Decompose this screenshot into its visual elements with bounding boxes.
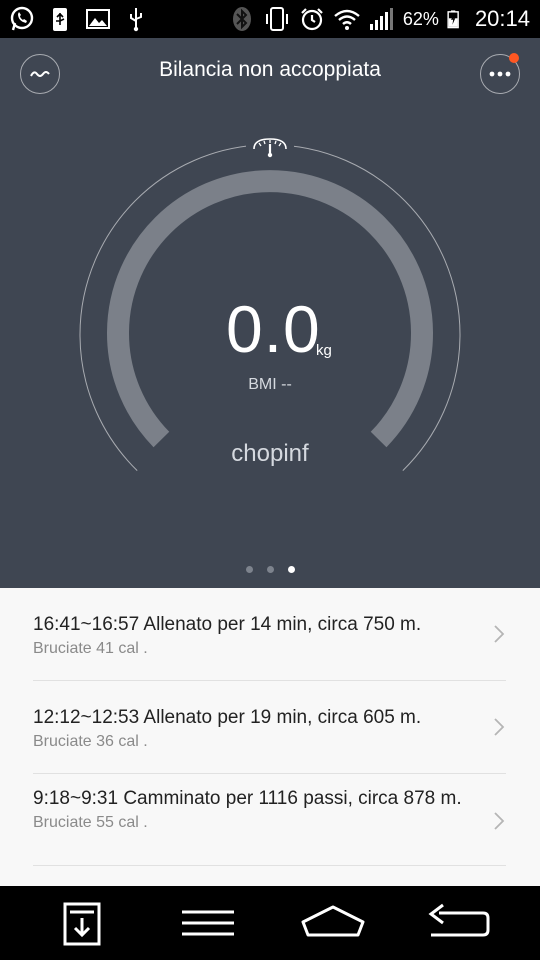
activity-row[interactable]: 16:41~16:57 Allenato per 14 min, circa 7… — [33, 612, 506, 681]
page-dot[interactable] — [267, 566, 274, 573]
home-icon[interactable] — [300, 898, 366, 948]
whatsapp-icon — [10, 6, 34, 31]
status-bar-system: 62% 20:14 — [228, 4, 530, 34]
activity-calories: Bruciate 55 cal . — [33, 814, 148, 831]
user-name: chopinf — [231, 440, 309, 467]
menu-icon[interactable] — [180, 898, 236, 948]
chevron-right-icon — [494, 625, 505, 643]
activity-row[interactable]: 12:12~12:53 Allenato per 19 min, circa 6… — [33, 705, 506, 774]
bluetooth-icon — [232, 7, 251, 31]
signal-icon — [369, 8, 393, 30]
weight-value: 0.0 — [226, 292, 321, 366]
image-icon — [86, 9, 110, 29]
activity-title: 16:41~16:57 Allenato per 14 min, circa 7… — [33, 614, 422, 635]
chevron-right-icon — [494, 718, 505, 736]
vibrate-icon — [265, 7, 288, 31]
battery-percentage: 62% — [402, 8, 439, 29]
page-dot[interactable] — [246, 566, 253, 573]
bmi-value: BMI -- — [248, 376, 292, 393]
scale-icon — [246, 134, 294, 158]
wifi-icon — [334, 9, 360, 30]
download-icon[interactable] — [57, 898, 107, 948]
status-bar: 62% 20:14 — [0, 0, 540, 38]
activity-title: 9:18~9:31 Camminato per 1116 passi, circ… — [33, 788, 462, 809]
activity-list: 16:41~16:57 Allenato per 14 min, circa 7… — [0, 588, 540, 886]
page-dot-active[interactable] — [288, 566, 295, 573]
chevron-right-icon — [494, 812, 505, 830]
scale-panel: Bilancia non accoppiata 0.0 kg BMI -- ch… — [0, 38, 540, 588]
alarm-icon — [301, 8, 323, 31]
page-indicator — [246, 566, 295, 573]
back-icon[interactable] — [425, 898, 491, 948]
activity-calories: Bruciate 41 cal . — [33, 640, 148, 657]
status-bar-notifications — [8, 4, 150, 34]
battery-charging-icon — [447, 10, 459, 29]
navigation-bar — [0, 886, 540, 960]
usb-icon — [53, 8, 67, 31]
activity-calories: Bruciate 36 cal . — [33, 733, 148, 750]
weight-unit: kg — [316, 342, 332, 359]
usb-debug-icon — [130, 8, 142, 32]
activity-title: 12:12~12:53 Allenato per 19 min, circa 6… — [33, 707, 422, 728]
clock: 20:14 — [474, 6, 530, 31]
activity-row[interactable]: 9:18~9:31 Camminato per 1116 passi, circ… — [33, 786, 506, 866]
